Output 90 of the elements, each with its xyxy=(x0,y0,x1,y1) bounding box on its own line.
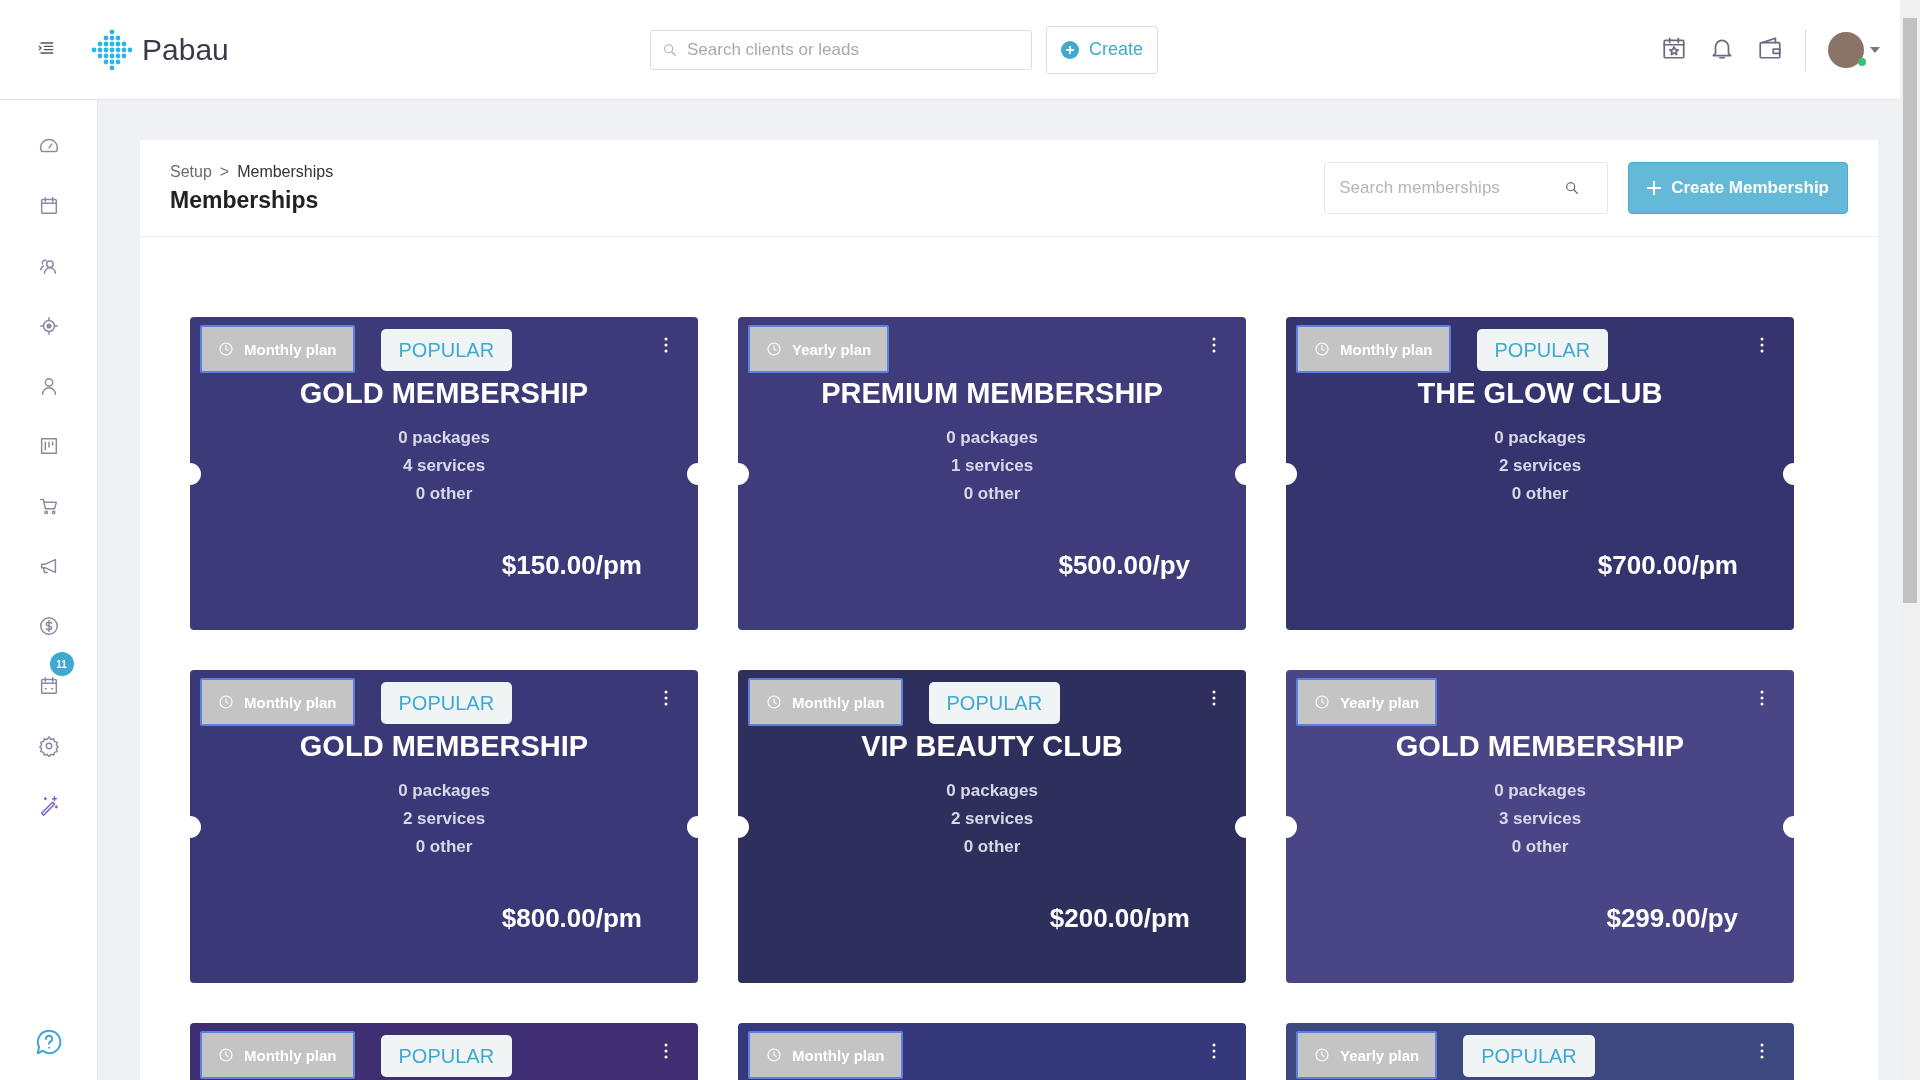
membership-count: 4 services xyxy=(402,456,486,476)
more-icon xyxy=(1760,337,1764,353)
plan-tag[interactable]: Monthly plan xyxy=(200,1031,355,1079)
plan-tag[interactable]: Yearly plan xyxy=(1296,678,1438,726)
popular-badge: POPULAR xyxy=(380,329,513,371)
scrollbar[interactable] xyxy=(1900,0,1920,1080)
more-icon xyxy=(1212,337,1216,353)
plan-tag[interactable]: Monthly plan xyxy=(748,1031,903,1079)
membership-count: 0 other xyxy=(963,837,1021,857)
plan-tag[interactable]: Monthly plan xyxy=(748,678,903,726)
count-badge: 11 xyxy=(49,652,74,676)
caret-icon[interactable] xyxy=(1870,46,1880,53)
plus-icon xyxy=(1647,181,1662,195)
membership-price: $299.00/py xyxy=(1605,903,1739,934)
membership-price: $500.00/py xyxy=(1057,550,1191,581)
clock-icon xyxy=(218,1047,234,1063)
logo-icon xyxy=(90,27,134,72)
more-icon xyxy=(664,690,668,706)
plan-tag[interactable]: Monthly plan xyxy=(200,678,355,726)
membership-count: 0 packages xyxy=(398,428,490,448)
membership-count: 0 other xyxy=(415,837,473,857)
membership-count: 0 packages xyxy=(946,428,1038,448)
search-field[interactable]: Search clients or leads xyxy=(650,29,1032,70)
popular-badge: POPULAR xyxy=(928,682,1061,724)
clock-icon xyxy=(218,341,234,357)
more-icon xyxy=(1212,1043,1216,1059)
breadcrumb-separator: > xyxy=(219,162,230,181)
more-icon xyxy=(1760,690,1764,706)
plan-tag[interactable]: Monthly plan xyxy=(200,325,355,373)
membership-count: 0 other xyxy=(1511,484,1569,504)
create-membership-button[interactable]: Create Membership xyxy=(1628,162,1848,214)
clock-icon xyxy=(766,341,782,357)
page-title: Memberships xyxy=(170,186,320,214)
plan-tag[interactable]: Yearly plan xyxy=(748,325,890,373)
membership-title: PREMIUM MEMBERSHIP xyxy=(820,377,1164,410)
online-dot xyxy=(1858,57,1866,66)
search-icon xyxy=(662,41,678,58)
popular-badge: POPULAR xyxy=(1463,1035,1595,1077)
clock-icon xyxy=(766,694,782,710)
wallet-icon xyxy=(1757,35,1783,61)
avatar[interactable] xyxy=(1828,31,1864,68)
target-icon xyxy=(37,315,60,337)
plan-tag[interactable]: Monthly plan xyxy=(1296,325,1451,373)
membership-title: THE GLOW CLUB xyxy=(1416,377,1664,410)
membership-count: 0 packages xyxy=(1494,781,1586,801)
breadcrumb-link[interactable]: Setup xyxy=(170,162,212,181)
clock-icon xyxy=(1314,694,1330,710)
membership-price: $150.00/pm xyxy=(500,550,643,581)
more-icon xyxy=(664,1043,668,1059)
membership-count: 2 services xyxy=(1498,456,1582,476)
plan-tag[interactable]: Yearly plan xyxy=(1296,1031,1438,1079)
more-icon xyxy=(1760,1043,1764,1059)
more-icon xyxy=(1212,690,1216,706)
membership-card[interactable]: Monthly plan POPULAR xyxy=(190,1023,698,1080)
membership-title: GOLD MEMBERSHIP xyxy=(298,730,590,763)
calendar-star-icon xyxy=(1661,35,1687,61)
search-field[interactable]: Search memberships xyxy=(1324,162,1609,214)
dollar-icon xyxy=(37,615,60,637)
membership-count: 0 other xyxy=(1511,837,1569,857)
popular-badge: POPULAR xyxy=(380,1035,513,1077)
membership-count: 2 services xyxy=(402,809,486,829)
popular-badge: POPULAR xyxy=(380,682,513,724)
membership-count: 0 other xyxy=(415,484,473,504)
clock-icon xyxy=(1314,1047,1330,1063)
plus-icon xyxy=(1061,40,1079,59)
membership-card[interactable]: Yearly plan POPULAR xyxy=(1286,1023,1794,1080)
membership-count: 2 services xyxy=(950,809,1034,829)
membership-count: 0 packages xyxy=(1494,428,1586,448)
brand-name: Pabau xyxy=(142,32,229,67)
membership-count: 0 other xyxy=(963,484,1021,504)
create-button[interactable]: Create xyxy=(1046,25,1159,74)
search-icon xyxy=(1564,180,1581,196)
membership-count: 0 packages xyxy=(398,781,490,801)
gear-icon xyxy=(37,735,60,757)
membership-count: 0 packages xyxy=(946,781,1038,801)
membership-price: $200.00/pm xyxy=(1048,903,1191,934)
membership-title: GOLD MEMBERSHIP xyxy=(298,377,590,410)
clock-icon xyxy=(766,1047,782,1063)
membership-card[interactable]: Monthly plan xyxy=(738,1023,1246,1080)
membership-count: 3 services xyxy=(1498,809,1582,829)
membership-title: GOLD MEMBERSHIP xyxy=(1394,730,1686,763)
membership-count: 1 services xyxy=(950,456,1034,476)
clock-icon xyxy=(1314,341,1330,357)
breadcrumb-link[interactable]: Memberships xyxy=(237,162,334,181)
membership-price: $800.00/pm xyxy=(500,903,643,934)
membership-title: VIP BEAUTY CLUB xyxy=(860,730,1124,763)
popular-badge: POPULAR xyxy=(1476,329,1609,371)
membership-price: $700.00/pm xyxy=(1596,550,1739,581)
clock-icon xyxy=(218,694,234,710)
more-icon xyxy=(664,337,668,353)
